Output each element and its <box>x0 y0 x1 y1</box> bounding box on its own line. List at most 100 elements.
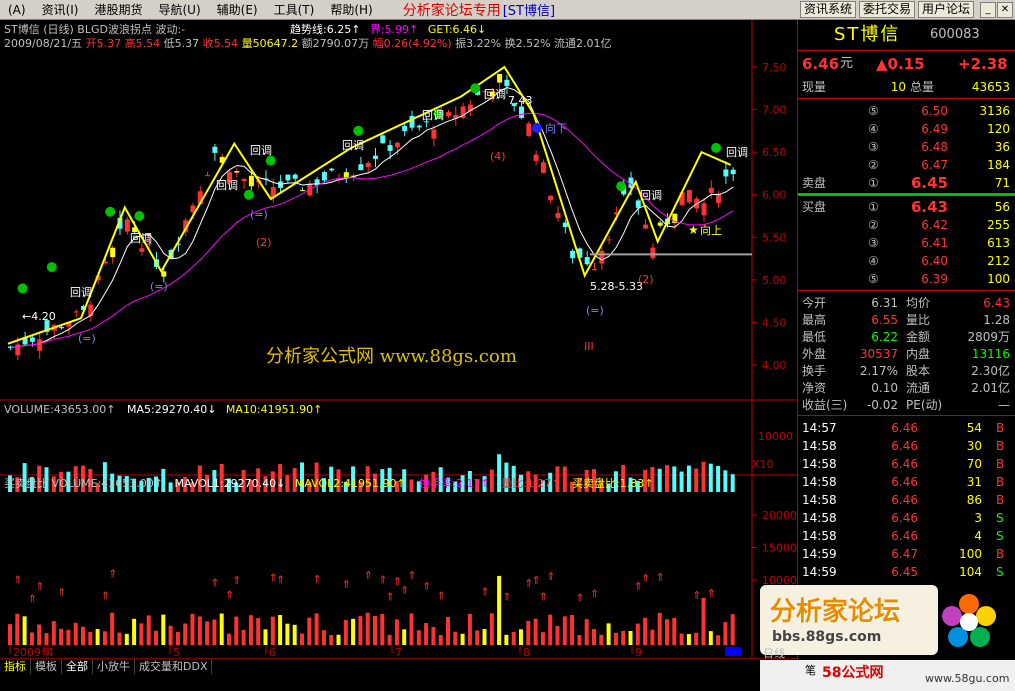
turnover-value: 换2.52% <box>504 37 551 50</box>
bid-price: 6.42 <box>921 218 948 232</box>
candle-body <box>730 169 736 175</box>
tab-template[interactable]: 模板 <box>31 659 62 674</box>
buy-arrow-icon: ⇑ <box>364 569 373 582</box>
ask-row: ② 6.47 184 <box>798 156 1015 174</box>
tab-volume-ddx[interactable]: 成交量和DDX <box>135 659 213 674</box>
logo-url: bbs.88gs.com <box>772 629 882 645</box>
menu-item-hk-futures[interactable]: 港股期货 <box>86 0 150 20</box>
buysell-ratio-label: 买卖盘比:1.83↑ <box>572 477 654 490</box>
tick-price: 6.46 <box>891 529 918 543</box>
menu-item-assist[interactable]: 辅助(E) <box>209 0 266 20</box>
stat-value: 0.10 <box>871 381 898 395</box>
candle-body <box>394 142 400 148</box>
tick-time: 14:58 <box>802 493 837 507</box>
menu-item-navigate[interactable]: 导航(U) <box>151 0 209 20</box>
bid-volume: 56 <box>994 200 1010 214</box>
buysell-bar <box>701 597 706 645</box>
kline-chart-area[interactable]: 7.50 7.00 6.50 6.00 5.50 5.00 4.50 4.00 ←4.20 7.4… <box>0 20 797 658</box>
stat-label: 最低 <box>802 330 827 344</box>
buysell-bar <box>679 633 684 645</box>
buysell-bar <box>183 623 188 645</box>
candle-body <box>584 257 590 265</box>
buy-arrow-icon: ⇑ <box>590 587 599 600</box>
buysell-bar <box>519 629 523 645</box>
candle-body <box>606 239 612 241</box>
bid-row: 买盘 ① 6.43 56 <box>798 198 1015 216</box>
stat-value: 30537 <box>859 347 898 361</box>
tick-time: 14:58 <box>802 475 837 489</box>
ask-row: ③ 6.48 36 <box>798 138 1015 156</box>
minimize-icon[interactable]: _ <box>980 1 996 18</box>
ask-row: 卖盘 ① 6.45 71 <box>798 174 1015 192</box>
buysell-bar <box>66 629 71 645</box>
tick-side: S <box>996 565 1004 579</box>
price-tick-label: 5.50 <box>762 231 787 244</box>
menu-item-a[interactable]: (A) <box>0 0 34 20</box>
buy-arrow-icon: ⇑ <box>707 587 716 600</box>
candle-body <box>59 327 65 329</box>
current-volume-label: 现量 <box>802 80 827 94</box>
candle-body <box>234 171 240 173</box>
close-value: 收5.54 <box>202 37 239 50</box>
buysell-bar <box>102 631 107 645</box>
buy-arrow-icon: ⇑ <box>408 569 417 582</box>
candle-body <box>657 222 663 226</box>
tab-xiaofangniu[interactable]: 小放牛 <box>93 659 135 674</box>
stat-value: — <box>998 398 1010 412</box>
tick-row: 14:58 6.46 30 B <box>798 437 1015 455</box>
buy-arrow-icon: ⇑ <box>502 590 511 603</box>
buysell-bar <box>248 615 253 645</box>
tab-all[interactable]: 全部 <box>62 659 93 674</box>
candle-body <box>329 168 335 171</box>
trade-button[interactable]: 委托交易 <box>858 1 915 18</box>
buy-label: 买盘 <box>802 200 827 214</box>
menu-item-info[interactable]: 资讯(I) <box>34 0 87 20</box>
buysell-bar <box>672 617 677 645</box>
low-value: 低5.37 <box>163 37 200 50</box>
candle-body <box>241 178 247 181</box>
bid-price: 6.41 <box>921 236 948 250</box>
tick-side: B <box>996 547 1005 561</box>
buysell-bar <box>37 624 42 645</box>
buysell-bar <box>8 624 12 645</box>
menu-item-help[interactable]: 帮助(H) <box>322 0 380 20</box>
stat-value: 1.28 <box>983 313 1010 327</box>
ask-price: 6.47 <box>921 158 948 172</box>
buy-arrow-icon: ⇑ <box>692 589 701 602</box>
buy-arrow-icon: ⇑ <box>313 573 322 586</box>
menu-item-tools[interactable]: 工具(T) <box>266 0 323 20</box>
close-icon[interactable]: ✕ <box>997 1 1013 18</box>
price-change: ▲0.15 <box>876 55 925 73</box>
scroll-end-button <box>725 647 741 656</box>
candle-body <box>161 271 167 277</box>
forum-button[interactable]: 用户论坛 <box>917 1 974 18</box>
stat-value: 6.55 <box>871 313 898 327</box>
volume-bar <box>694 468 699 492</box>
candle-body <box>519 106 524 118</box>
volume-bar <box>723 470 728 492</box>
ask-volume: 3136 <box>979 104 1010 118</box>
ask-volume: 184 <box>987 158 1010 172</box>
chart-canvas: 7.50 7.00 6.50 6.00 5.50 5.00 4.50 4.00 ←4.20 7.4… <box>0 20 797 658</box>
float-value: 流通2.01亿 <box>554 37 612 50</box>
candle-body <box>300 190 305 192</box>
tick-volume: 70 <box>966 457 982 471</box>
buysell-bar <box>548 614 553 645</box>
buysell-bar <box>190 613 195 645</box>
buysell-bar <box>540 632 545 645</box>
tick-side: S <box>996 529 1004 543</box>
amount-value: 额2790.07万 <box>301 37 370 50</box>
bid-level: ⑤ <box>868 272 879 286</box>
tab-indicator[interactable]: 指标 <box>0 659 31 674</box>
candle-body <box>592 268 597 271</box>
buysell-bar <box>716 635 721 645</box>
info-system-button[interactable]: 资讯系统 <box>799 1 856 18</box>
callback-marker-icon <box>105 206 116 217</box>
menu-bar: (A) 资讯(I) 港股期货 导航(U) 辅助(E) 工具(T) 帮助(H) 分… <box>0 0 1015 20</box>
tick-row: 14:58 6.46 31 B <box>798 473 1015 491</box>
callback-marker-icon <box>243 189 254 200</box>
amplitude-value: 振3.22% <box>455 37 502 50</box>
callback-marker-icon <box>711 142 722 153</box>
buysell-bar <box>504 634 509 645</box>
chart-annotation: (=) <box>150 280 168 293</box>
